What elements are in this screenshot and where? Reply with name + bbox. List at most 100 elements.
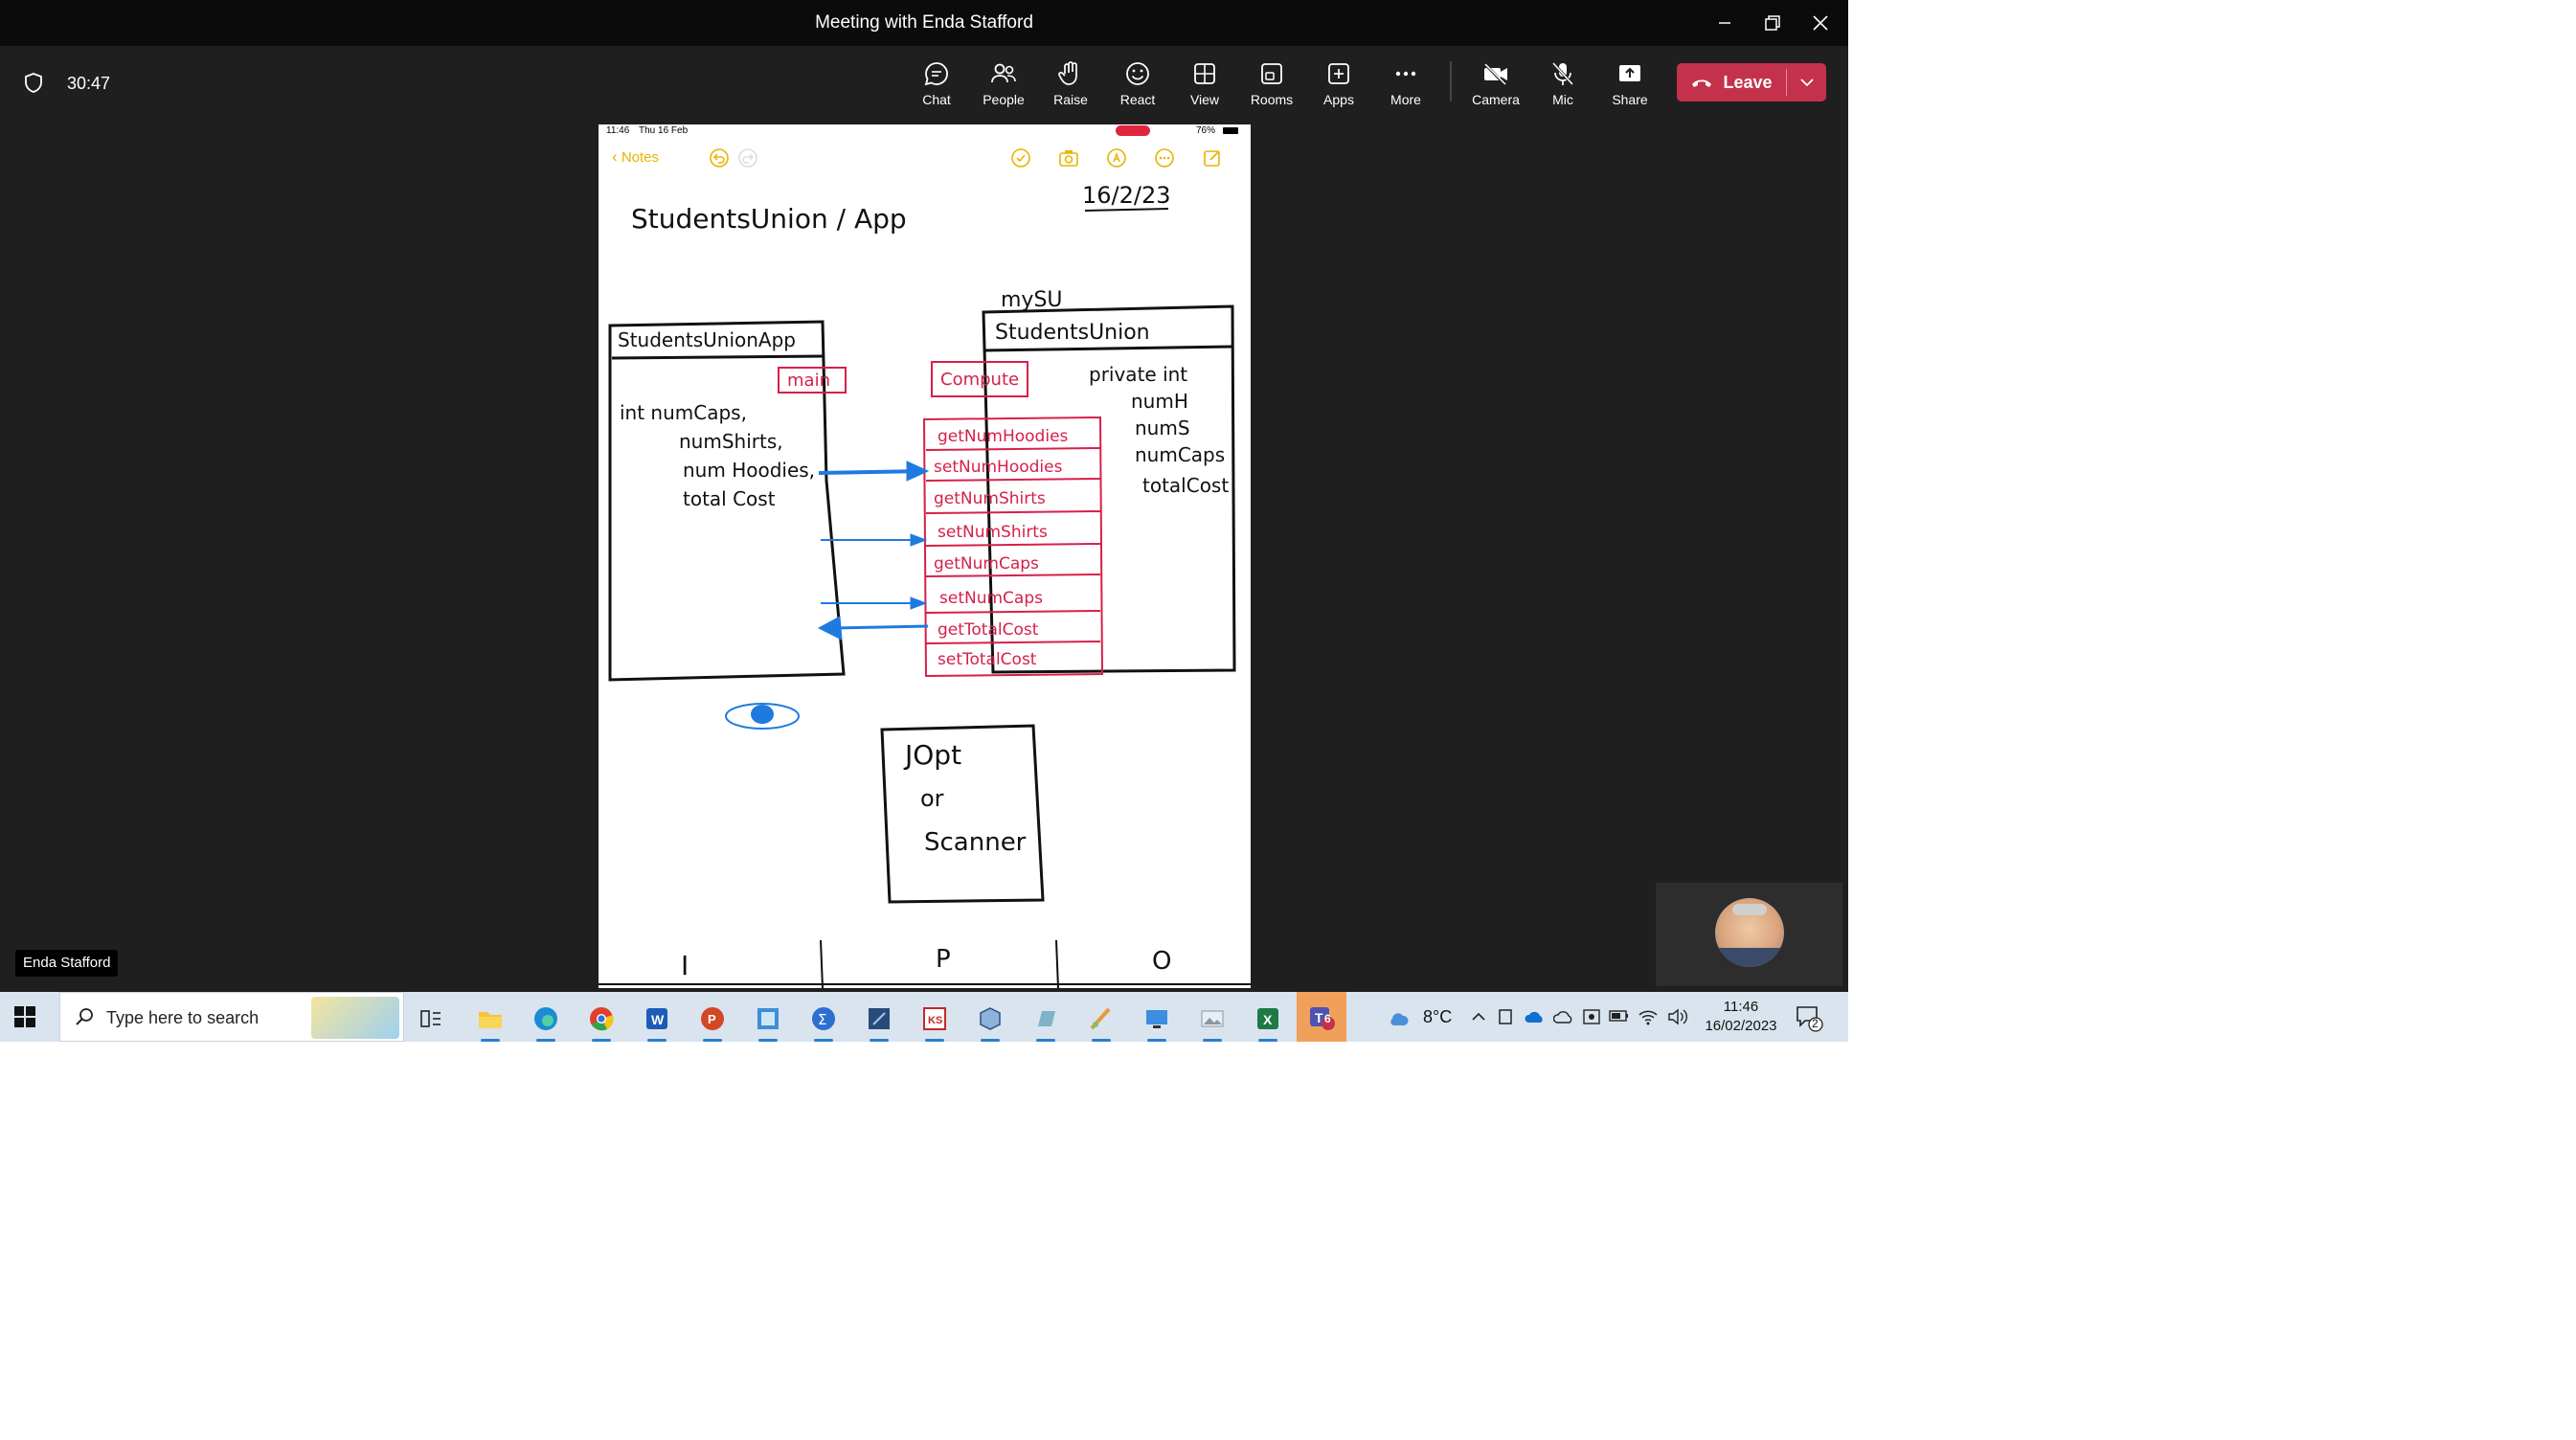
notebook-icon xyxy=(1038,1011,1055,1026)
view-icon xyxy=(1194,63,1215,84)
more-button[interactable]: More xyxy=(1372,56,1439,117)
svg-text:P: P xyxy=(708,1012,716,1026)
onedrive-icon[interactable] xyxy=(1525,1009,1546,1024)
taskbar-search-box[interactable]: Type here to search xyxy=(59,992,404,1042)
share-icon xyxy=(1619,65,1640,81)
react-button[interactable]: React xyxy=(1104,56,1171,117)
people-button[interactable]: People xyxy=(970,56,1037,117)
rooms-icon xyxy=(1261,63,1282,84)
app-icon-10[interactable] xyxy=(1027,1000,1065,1042)
security-icon[interactable] xyxy=(1582,1007,1601,1026)
date-underline xyxy=(1084,208,1169,212)
method-row: getNumCaps xyxy=(934,554,1039,574)
rooms-label: Rooms xyxy=(1250,92,1294,107)
participant-avatar xyxy=(1715,898,1784,967)
su-field-3: numS xyxy=(1135,416,1190,439)
volume-icon[interactable] xyxy=(1666,1007,1689,1026)
minimize-icon xyxy=(1719,22,1730,24)
chat-icon xyxy=(924,62,948,86)
restore-button[interactable] xyxy=(1749,0,1796,46)
leave-dropdown-button[interactable] xyxy=(1788,63,1826,101)
view-label: View xyxy=(1189,92,1220,107)
app-class-name: StudentsUnionApp xyxy=(618,328,796,351)
shared-screen: 11:46 Thu 16 Feb 76% ‹ Notes 16/2/23 Stu… xyxy=(599,124,1251,988)
chrome-app[interactable] xyxy=(582,1000,621,1042)
weather-icon[interactable] xyxy=(1387,1005,1413,1028)
teams-app[interactable]: T6 xyxy=(1297,992,1346,1042)
photos-icon xyxy=(1201,1010,1224,1027)
file-explorer-app[interactable] xyxy=(471,1000,509,1042)
mic-off-icon xyxy=(1551,61,1574,86)
search-highlight-image xyxy=(311,997,399,1039)
studio-app[interactable]: KS xyxy=(915,1000,954,1042)
method-row: setNumHoodies xyxy=(934,458,1063,477)
camera-button[interactable]: Camera xyxy=(1462,56,1529,117)
self-video-tile[interactable] xyxy=(1656,883,1842,986)
apps-button[interactable]: Apps xyxy=(1305,56,1372,117)
cloud-icon[interactable] xyxy=(1553,1009,1574,1024)
svg-text:Σ: Σ xyxy=(818,1011,826,1028)
meet-now-icon[interactable] xyxy=(1498,1007,1515,1026)
method-row: setNumCaps xyxy=(939,589,1043,608)
mysu-label: mySU xyxy=(1001,288,1063,312)
raise-hand-button[interactable]: Raise xyxy=(1037,56,1104,117)
title-bar: Meeting with Enda Stafford xyxy=(0,0,1848,46)
mic-button[interactable]: Mic xyxy=(1529,56,1596,117)
ipo-input: I xyxy=(681,950,689,981)
ipo-output: O xyxy=(1152,947,1171,976)
leave-button[interactable]: Leave xyxy=(1677,63,1786,101)
powerpoint-icon: P xyxy=(701,1007,724,1030)
search-icon xyxy=(76,1008,93,1025)
svg-text:X: X xyxy=(1263,1012,1273,1027)
share-button[interactable]: Share xyxy=(1596,56,1663,117)
meeting-toolbar: 30:47 Chat People Raise React View Rooms… xyxy=(0,46,1848,121)
io-line-3: Scanner xyxy=(924,828,1027,857)
virtualbox-app[interactable] xyxy=(971,1000,1009,1042)
sigma-app[interactable]: Σ xyxy=(804,1000,843,1042)
participant-name-tag: Enda Stafford xyxy=(15,950,119,977)
excel-app[interactable]: X xyxy=(1249,1000,1287,1042)
svg-text:W: W xyxy=(651,1012,665,1027)
io-line-2: or xyxy=(920,785,944,812)
camera-label: Camera xyxy=(1472,92,1520,107)
taskbar-clock[interactable]: 11:46 16/02/2023 xyxy=(1703,998,1779,1036)
app-field-3: num Hoodies, xyxy=(683,459,815,482)
su-field-2: numH xyxy=(1131,390,1188,413)
photos-app[interactable] xyxy=(1193,1000,1232,1042)
snipping-tool-app[interactable] xyxy=(749,1000,787,1042)
notification-icon xyxy=(1796,1006,1823,1032)
rooms-button[interactable]: Rooms xyxy=(1238,56,1305,117)
edge-app[interactable] xyxy=(527,1000,565,1042)
task-view-icon xyxy=(420,1010,441,1027)
sketch-date: 16/2/23 xyxy=(1082,182,1171,209)
cube-icon xyxy=(980,1007,1001,1030)
powerpoint-app[interactable]: P xyxy=(693,1000,732,1042)
chat-button[interactable]: Chat xyxy=(903,56,970,117)
sigma-icon: Σ xyxy=(812,1007,835,1030)
chevron-up-icon[interactable] xyxy=(1471,1009,1486,1024)
close-button[interactable] xyxy=(1796,0,1844,46)
su-field-5: totalCost xyxy=(1142,474,1229,497)
app-field-1: int numCaps, xyxy=(620,401,747,424)
notification-center-button[interactable]: 2 xyxy=(1795,1003,1823,1032)
clock-date: 16/02/2023 xyxy=(1705,1018,1777,1034)
word-icon: W xyxy=(646,1008,667,1029)
leave-label: Leave xyxy=(1723,72,1773,92)
view-button[interactable]: View xyxy=(1171,56,1238,117)
battery-icon[interactable] xyxy=(1609,1009,1630,1023)
paint-app[interactable] xyxy=(1082,1000,1120,1042)
weather-temp[interactable]: 8°C xyxy=(1423,992,1452,1042)
minimize-button[interactable] xyxy=(1701,0,1749,46)
task-view-button[interactable] xyxy=(412,1000,450,1038)
leave-button-group: Leave xyxy=(1677,63,1826,101)
search-placeholder: Type here to search xyxy=(106,1008,260,1027)
remote-desktop-app[interactable] xyxy=(1138,1000,1176,1042)
ipo-process: P xyxy=(936,945,951,974)
ipo-divider xyxy=(820,939,824,988)
wifi-icon[interactable] xyxy=(1638,1007,1659,1026)
windows-start-icon[interactable] xyxy=(13,1005,36,1028)
code-editor-app[interactable] xyxy=(860,1000,898,1042)
word-app[interactable]: W xyxy=(638,1000,676,1042)
paint-icon xyxy=(1090,1007,1111,1030)
excel-icon: X xyxy=(1257,1008,1278,1029)
